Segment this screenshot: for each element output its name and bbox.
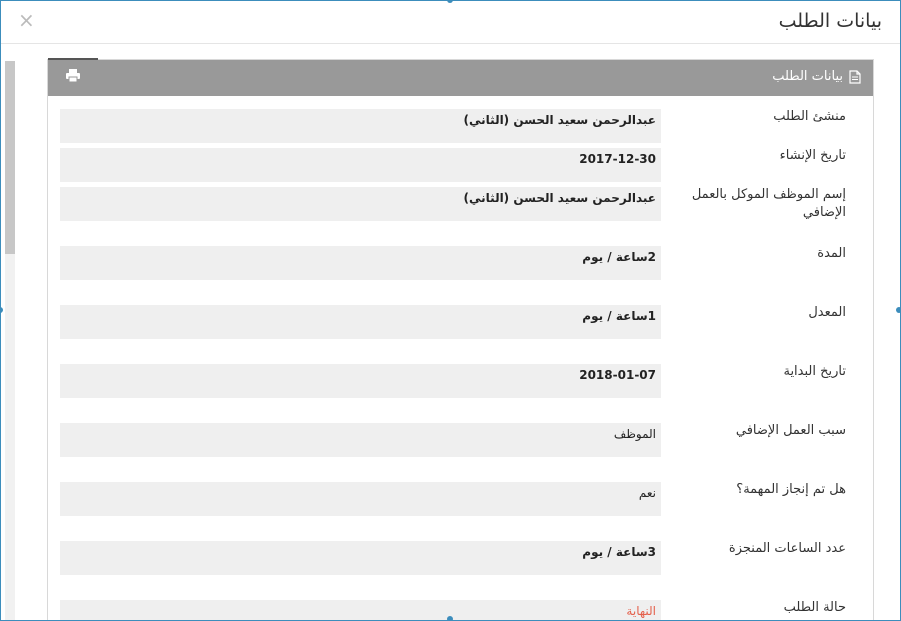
label-assigned-employee: إسم الموظف الموكل بالعمل الإضافي bbox=[691, 187, 846, 220]
label-rate: المعدل bbox=[808, 305, 846, 320]
panel-header: بيانات الطلب bbox=[48, 60, 873, 96]
value-task-completed: نعم bbox=[60, 482, 661, 516]
value-duration: 2ساعة / يوم bbox=[60, 246, 661, 280]
dialog-title: بيانات الطلب bbox=[778, 10, 882, 32]
value-request-status: النهاية bbox=[60, 600, 661, 620]
label-start-date: تاريخ البداية bbox=[783, 364, 846, 379]
label-task-completed: هل تم إنجاز المهمة؟ bbox=[736, 482, 846, 497]
scrollbar-thumb[interactable] bbox=[5, 61, 15, 254]
resize-handle-right[interactable] bbox=[896, 307, 901, 313]
file-icon bbox=[849, 69, 861, 84]
label-duration: المدة bbox=[817, 246, 846, 261]
resize-handle-bottom[interactable] bbox=[447, 616, 453, 621]
value-rate: 1ساعة / يوم bbox=[60, 305, 661, 339]
print-icon[interactable] bbox=[64, 67, 82, 85]
value-completed-hours: 3ساعة / يوم bbox=[60, 541, 661, 575]
value-overtime-reason: الموظف bbox=[60, 423, 661, 457]
panel-title: بيانات الطلب bbox=[772, 69, 843, 84]
close-icon[interactable]: × bbox=[18, 8, 35, 32]
label-completed-hours: عدد الساعات المنجزة bbox=[728, 541, 846, 556]
value-creation-date: 2017-12-30 bbox=[60, 148, 661, 182]
request-details-dialog: × بيانات الطلب بيانات الطلب منشئ الطلب ع… bbox=[0, 0, 901, 621]
value-start-date: 2018-01-07 bbox=[60, 364, 661, 398]
value-assigned-employee: عبدالرحمن سعيد الحسن (الثاني) bbox=[60, 187, 661, 221]
label-creation-date: تاريخ الإنشاء bbox=[779, 148, 846, 163]
panel-title-group: بيانات الطلب bbox=[772, 69, 861, 84]
details-panel: بيانات الطلب منشئ الطلب عبدالرحمن سعيد ا… bbox=[47, 58, 874, 620]
label-request-creator: منشئ الطلب bbox=[773, 109, 846, 124]
value-request-creator: عبدالرحمن سعيد الحسن (الثاني) bbox=[60, 109, 661, 143]
label-request-status: حالة الطلب bbox=[783, 600, 846, 615]
label-overtime-reason: سبب العمل الإضافي bbox=[735, 423, 846, 438]
dialog-header: × بيانات الطلب bbox=[1, 1, 900, 44]
